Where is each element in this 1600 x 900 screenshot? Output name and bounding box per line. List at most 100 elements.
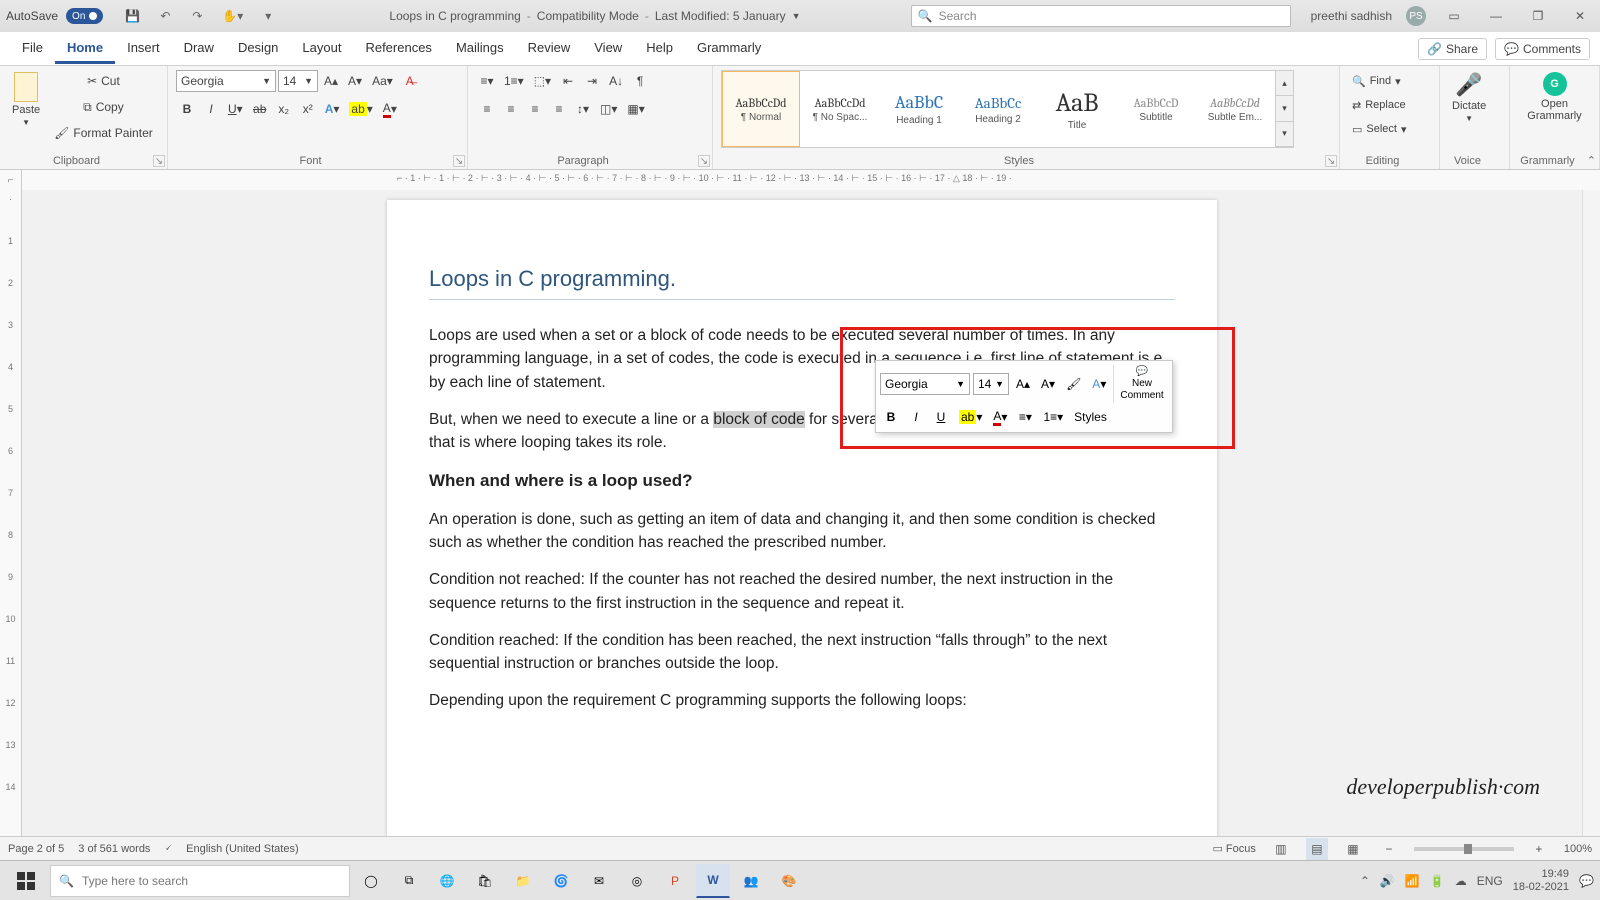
style-subtitle[interactable]: AaBbCcDSubtitle (1117, 71, 1195, 147)
battery-icon[interactable]: 🔋 (1430, 874, 1445, 888)
task-view-icon[interactable]: ⧉ (392, 864, 426, 898)
mini-toolbar[interactable]: Georgia▼ 14▼ A▴ A▾ 🖌 A▾ 💬 New Comment B … (875, 360, 1173, 433)
spellcheck-icon[interactable]: 🗸 (164, 842, 172, 855)
qat-more-icon[interactable]: ▾ (257, 5, 279, 27)
word-count[interactable]: 3 of 561 words (78, 843, 150, 855)
paragraph-launcher-icon[interactable]: ↘ (698, 155, 710, 167)
document-area[interactable]: Loops in C programming. Loops are used w… (22, 190, 1582, 836)
tab-home[interactable]: Home (55, 34, 115, 64)
tab-draw[interactable]: Draw (172, 34, 226, 64)
autosave-toggle[interactable]: On (66, 8, 103, 24)
page[interactable]: Loops in C programming. Loops are used w… (387, 200, 1217, 836)
new-comment-button[interactable]: 💬 New Comment (1113, 365, 1167, 403)
italic-button[interactable]: I (200, 98, 222, 120)
edge-icon[interactable]: 🌀 (544, 864, 578, 898)
mini-highlight-icon[interactable]: ab▾ (955, 406, 986, 428)
paragraph[interactable]: An operation is done, such as getting an… (429, 508, 1175, 555)
tab-selector-icon[interactable]: ⌐ (0, 170, 22, 190)
increase-indent-icon[interactable]: ⇥ (581, 70, 603, 92)
styles-more-icon[interactable]: ▴▾▾ (1275, 71, 1293, 147)
dictate-button[interactable]: 🎤 Dictate▼ (1448, 70, 1490, 125)
start-button[interactable] (6, 865, 46, 897)
doc-heading[interactable]: Loops in C programming. (429, 262, 1175, 300)
mini-size-combo[interactable]: 14▼ (973, 373, 1009, 395)
paragraph[interactable]: Condition reached: If the condition has … (429, 629, 1175, 676)
close-icon[interactable]: ✕ (1566, 9, 1594, 23)
tab-insert[interactable]: Insert (115, 34, 172, 64)
store-icon[interactable]: 🛍 (468, 864, 502, 898)
collapse-ribbon-icon[interactable]: ⌃ (1587, 154, 1596, 167)
clock[interactable]: 19:4918-02-2021 (1513, 868, 1569, 892)
mini-font-combo[interactable]: Georgia▼ (880, 373, 970, 395)
superscript-button[interactable]: x² (297, 98, 319, 120)
tab-file[interactable]: File (10, 34, 55, 64)
mini-grow-font-icon[interactable]: A▴ (1012, 373, 1034, 395)
mini-format-painter-icon[interactable]: 🖌 (1062, 373, 1085, 395)
paste-button[interactable]: Paste▼ (8, 70, 44, 129)
highlight-icon[interactable]: ab▾ (345, 98, 376, 120)
bullets-icon[interactable]: ≡▾ (476, 70, 498, 92)
font-size-combo[interactable]: 14▼ (278, 70, 318, 92)
redo-icon[interactable]: ↷ (186, 5, 208, 27)
select-button[interactable]: ▭ Select ▾ (1348, 118, 1411, 140)
mini-underline-button[interactable]: U (930, 406, 952, 428)
search-box[interactable]: 🔍 Search (911, 5, 1291, 27)
text-effects-icon[interactable]: A▾ (321, 98, 344, 120)
read-mode-icon[interactable]: ▥ (1270, 838, 1292, 860)
grow-font-icon[interactable]: A▴ (320, 70, 342, 92)
tab-layout[interactable]: Layout (290, 34, 353, 64)
zoom-level[interactable]: 100% (1564, 843, 1592, 855)
line-spacing-icon[interactable]: ↕▾ (572, 98, 594, 120)
maximize-icon[interactable]: ❐ (1524, 9, 1552, 23)
borders-icon[interactable]: ▦▾ (623, 98, 648, 120)
zoom-in-icon[interactable]: + (1528, 838, 1550, 860)
tab-mailings[interactable]: Mailings (444, 34, 516, 64)
last-modified[interactable]: Last Modified: 5 January (655, 9, 786, 23)
save-icon[interactable]: 💾 (121, 5, 144, 27)
find-button[interactable]: 🔍 Find ▾ (1348, 70, 1411, 92)
mini-shrink-font-icon[interactable]: A▾ (1037, 373, 1059, 395)
styles-launcher-icon[interactable]: ↘ (1325, 155, 1337, 167)
touch-mode-icon[interactable]: ✋▾ (218, 5, 247, 27)
align-right-icon[interactable]: ≡ (524, 98, 546, 120)
multilevel-icon[interactable]: ⬚▾ (530, 70, 555, 92)
decrease-indent-icon[interactable]: ⇤ (557, 70, 579, 92)
mini-italic-button[interactable]: I (905, 406, 927, 428)
shading-icon[interactable]: ◫▾ (596, 98, 621, 120)
tab-grammarly[interactable]: Grammarly (685, 34, 773, 64)
share-button[interactable]: 🔗 Share (1418, 38, 1487, 60)
numbering-icon[interactable]: 1≡▾ (500, 70, 528, 92)
mini-bullets-icon[interactable]: ≡▾ (1014, 406, 1036, 428)
change-case-icon[interactable]: Aa▾ (368, 70, 397, 92)
style-title[interactable]: AaBTitle (1038, 71, 1116, 147)
tab-help[interactable]: Help (634, 34, 685, 64)
sort-icon[interactable]: A↓ (605, 70, 627, 92)
tab-design[interactable]: Design (226, 34, 290, 64)
subscript-button[interactable]: x₂ (273, 98, 295, 120)
mini-clear-format-icon[interactable]: A▾ (1088, 373, 1110, 395)
notifications-icon[interactable]: 💬 (1579, 874, 1594, 888)
tray-expand-icon[interactable]: ⌃ (1360, 874, 1370, 888)
zoom-slider[interactable] (1414, 847, 1514, 851)
powerpoint-icon[interactable]: P (658, 864, 692, 898)
paragraph[interactable]: Condition not reached: If the counter ha… (429, 568, 1175, 615)
onedrive-icon[interactable]: ☁ (1455, 874, 1467, 888)
undo-icon[interactable]: ↶ (154, 5, 176, 27)
focus-mode-button[interactable]: ▭ Focus (1212, 842, 1255, 855)
style-heading-1[interactable]: AaBbCHeading 1 (880, 71, 958, 147)
subheading[interactable]: When and where is a loop used? (429, 468, 1175, 494)
tab-view[interactable]: View (582, 34, 634, 64)
cortana-icon[interactable]: ◯ (354, 864, 388, 898)
word-icon[interactable]: W (696, 864, 730, 898)
web-layout-icon[interactable]: ▦ (1342, 838, 1364, 860)
format-painter-button[interactable]: 🖌 Format Painter (50, 122, 157, 144)
mini-font-color-icon[interactable]: A▾ (989, 406, 1011, 428)
print-layout-icon[interactable]: ▤ (1306, 838, 1328, 860)
open-grammarly-button[interactable]: G Open Grammarly (1518, 70, 1591, 124)
style--no-spac-[interactable]: AaBbCcDd¶ No Spac... (801, 71, 879, 147)
language-indicator[interactable]: English (United States) (186, 843, 299, 855)
user-name[interactable]: preethi sadhish (1311, 9, 1392, 23)
tab-review[interactable]: Review (516, 34, 583, 64)
bold-button[interactable]: B (176, 98, 198, 120)
align-center-icon[interactable]: ≡ (500, 98, 522, 120)
